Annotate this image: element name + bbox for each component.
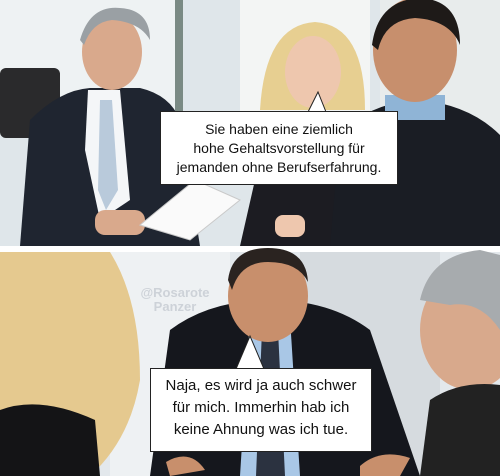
speech-line: keine Ahnung was ich tue. (173, 421, 349, 438)
watermark: @Rosarote Panzer (120, 286, 230, 314)
speech-line: für mich. Immerhin hab ich (172, 399, 350, 416)
speech-line: jemanden ohne Berufserfahrung. (176, 159, 382, 175)
meme-canvas: @Rosarote Panzer Sie haben eine ziemlich… (0, 0, 500, 476)
watermark-line: @Rosarote (140, 285, 210, 300)
speech-bubble-bottom: Naja, es wird ja auch schwer für mich. I… (150, 368, 372, 452)
watermark-line: Panzer (153, 299, 197, 314)
speech-line: Naja, es wird ja auch schwer (165, 377, 357, 394)
speech-line: hohe Gehaltsvorstellung für (193, 140, 365, 156)
speech-line: Sie haben eine ziemlich (205, 121, 353, 137)
interviewer-man-side (420, 250, 500, 476)
speech-bubble-top: Sie haben eine ziemlich hohe Gehaltsvors… (160, 111, 398, 185)
